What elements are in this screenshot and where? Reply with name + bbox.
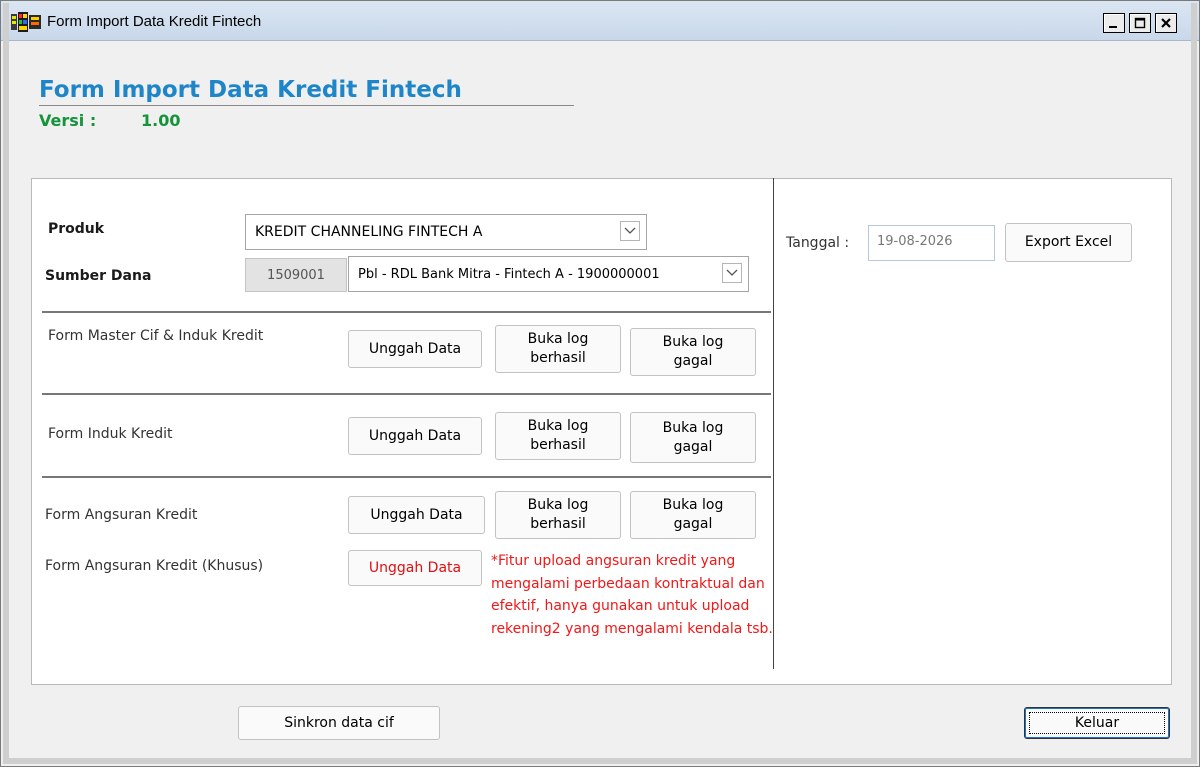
induk-log-fail-line1: Buka log: [662, 419, 724, 436]
section-divider: [42, 393, 771, 395]
induk-log-success-button[interactable]: Buka log berhasil: [495, 412, 621, 460]
version-value: 1.00: [141, 111, 181, 130]
section-divider: [42, 311, 771, 313]
angsuran-kredit-label: Form Angsuran Kredit: [45, 507, 198, 523]
title-underline: [39, 105, 574, 106]
angsuran-log-success-line1: Buka log: [527, 497, 589, 513]
master-cif-label: Form Master Cif & Induk Kredit: [48, 328, 264, 344]
version-label: Versi :: [39, 111, 97, 130]
close-icon: [1161, 18, 1171, 28]
sumber-dana-label: Sumber Dana: [45, 268, 152, 284]
produk-select[interactable]: KREDIT CHANNELING FINTECH A: [245, 214, 647, 250]
tanggal-field[interactable]: 19-08-2026: [868, 225, 995, 261]
master-log-success-line2: berhasil: [530, 350, 586, 366]
sumber-dana-value: Pbl - RDL Bank Mitra - Fintech A - 19000…: [358, 267, 660, 282]
induk-upload-button[interactable]: Unggah Data: [348, 417, 482, 455]
angsuran-khusus-warning: *Fitur upload angsuran kredit yang menga…: [491, 553, 773, 637]
master-log-success-button[interactable]: Buka log berhasil: [495, 325, 621, 373]
induk-log-fail-line2: gagal: [673, 438, 713, 455]
master-upload-button[interactable]: Unggah Data: [348, 330, 482, 368]
induk-kredit-label: Form Induk Kredit: [48, 426, 173, 442]
maximize-icon: [1134, 17, 1146, 29]
induk-log-fail-button[interactable]: Buka log gagal: [630, 412, 756, 463]
master-log-success-line1: Buka log: [527, 331, 589, 347]
induk-log-success-line1: Buka log: [527, 418, 589, 434]
angsuran-log-fail-line1: Buka log: [662, 497, 724, 513]
sumber-dana-dropdown-toggle[interactable]: [722, 263, 742, 283]
induk-log-success-line2: berhasil: [530, 437, 586, 453]
angsuran-log-success-line2: berhasil: [530, 516, 586, 532]
angsuran-log-fail-button[interactable]: Buka log gagal: [630, 491, 756, 539]
tanggal-label: Tanggal :: [786, 235, 850, 251]
sumber-dana-select[interactable]: Pbl - RDL Bank Mitra - Fintech A - 19000…: [348, 256, 749, 292]
keluar-button[interactable]: Keluar: [1024, 707, 1170, 739]
produk-value: KREDIT CHANNELING FINTECH A: [255, 224, 483, 240]
app-window: Form Import Data Kredit Fintech Form Imp…: [0, 0, 1200, 767]
angsuran-khusus-upload-button[interactable]: Unggah Data: [348, 550, 482, 586]
page-title: Form Import Data Kredit Fintech: [39, 77, 462, 103]
master-log-fail-line1: Buka log: [662, 334, 724, 350]
produk-label: Produk: [48, 221, 105, 237]
title-bar[interactable]: Form Import Data Kredit Fintech: [1, 1, 1199, 41]
angsuran-log-success-button[interactable]: Buka log berhasil: [495, 491, 621, 539]
sumber-dana-code: 1509001: [245, 258, 347, 292]
maximize-button[interactable]: [1129, 13, 1151, 33]
produk-dropdown-toggle[interactable]: [620, 221, 640, 241]
minimize-icon: [1109, 26, 1117, 28]
close-button[interactable]: [1155, 13, 1177, 33]
sinkron-cif-button[interactable]: Sinkron data cif: [238, 706, 440, 740]
keluar-label: Keluar: [1074, 714, 1120, 731]
minimize-button[interactable]: [1103, 13, 1125, 33]
angsuran-log-fail-line2: gagal: [673, 516, 713, 532]
section-divider: [42, 476, 771, 478]
window-title: Form Import Data Kredit Fintech: [47, 13, 262, 30]
chevron-down-icon: [624, 227, 636, 234]
master-log-fail-button[interactable]: Buka log gagal: [630, 328, 756, 376]
export-excel-button[interactable]: Export Excel: [1005, 223, 1132, 262]
app-icon[interactable]: [9, 11, 43, 33]
angsuran-khusus-label: Form Angsuran Kredit (Khusus): [45, 558, 264, 574]
master-log-fail-line2: gagal: [673, 353, 713, 369]
angsuran-upload-button[interactable]: Unggah Data: [348, 496, 485, 534]
chevron-down-icon: [726, 269, 738, 276]
